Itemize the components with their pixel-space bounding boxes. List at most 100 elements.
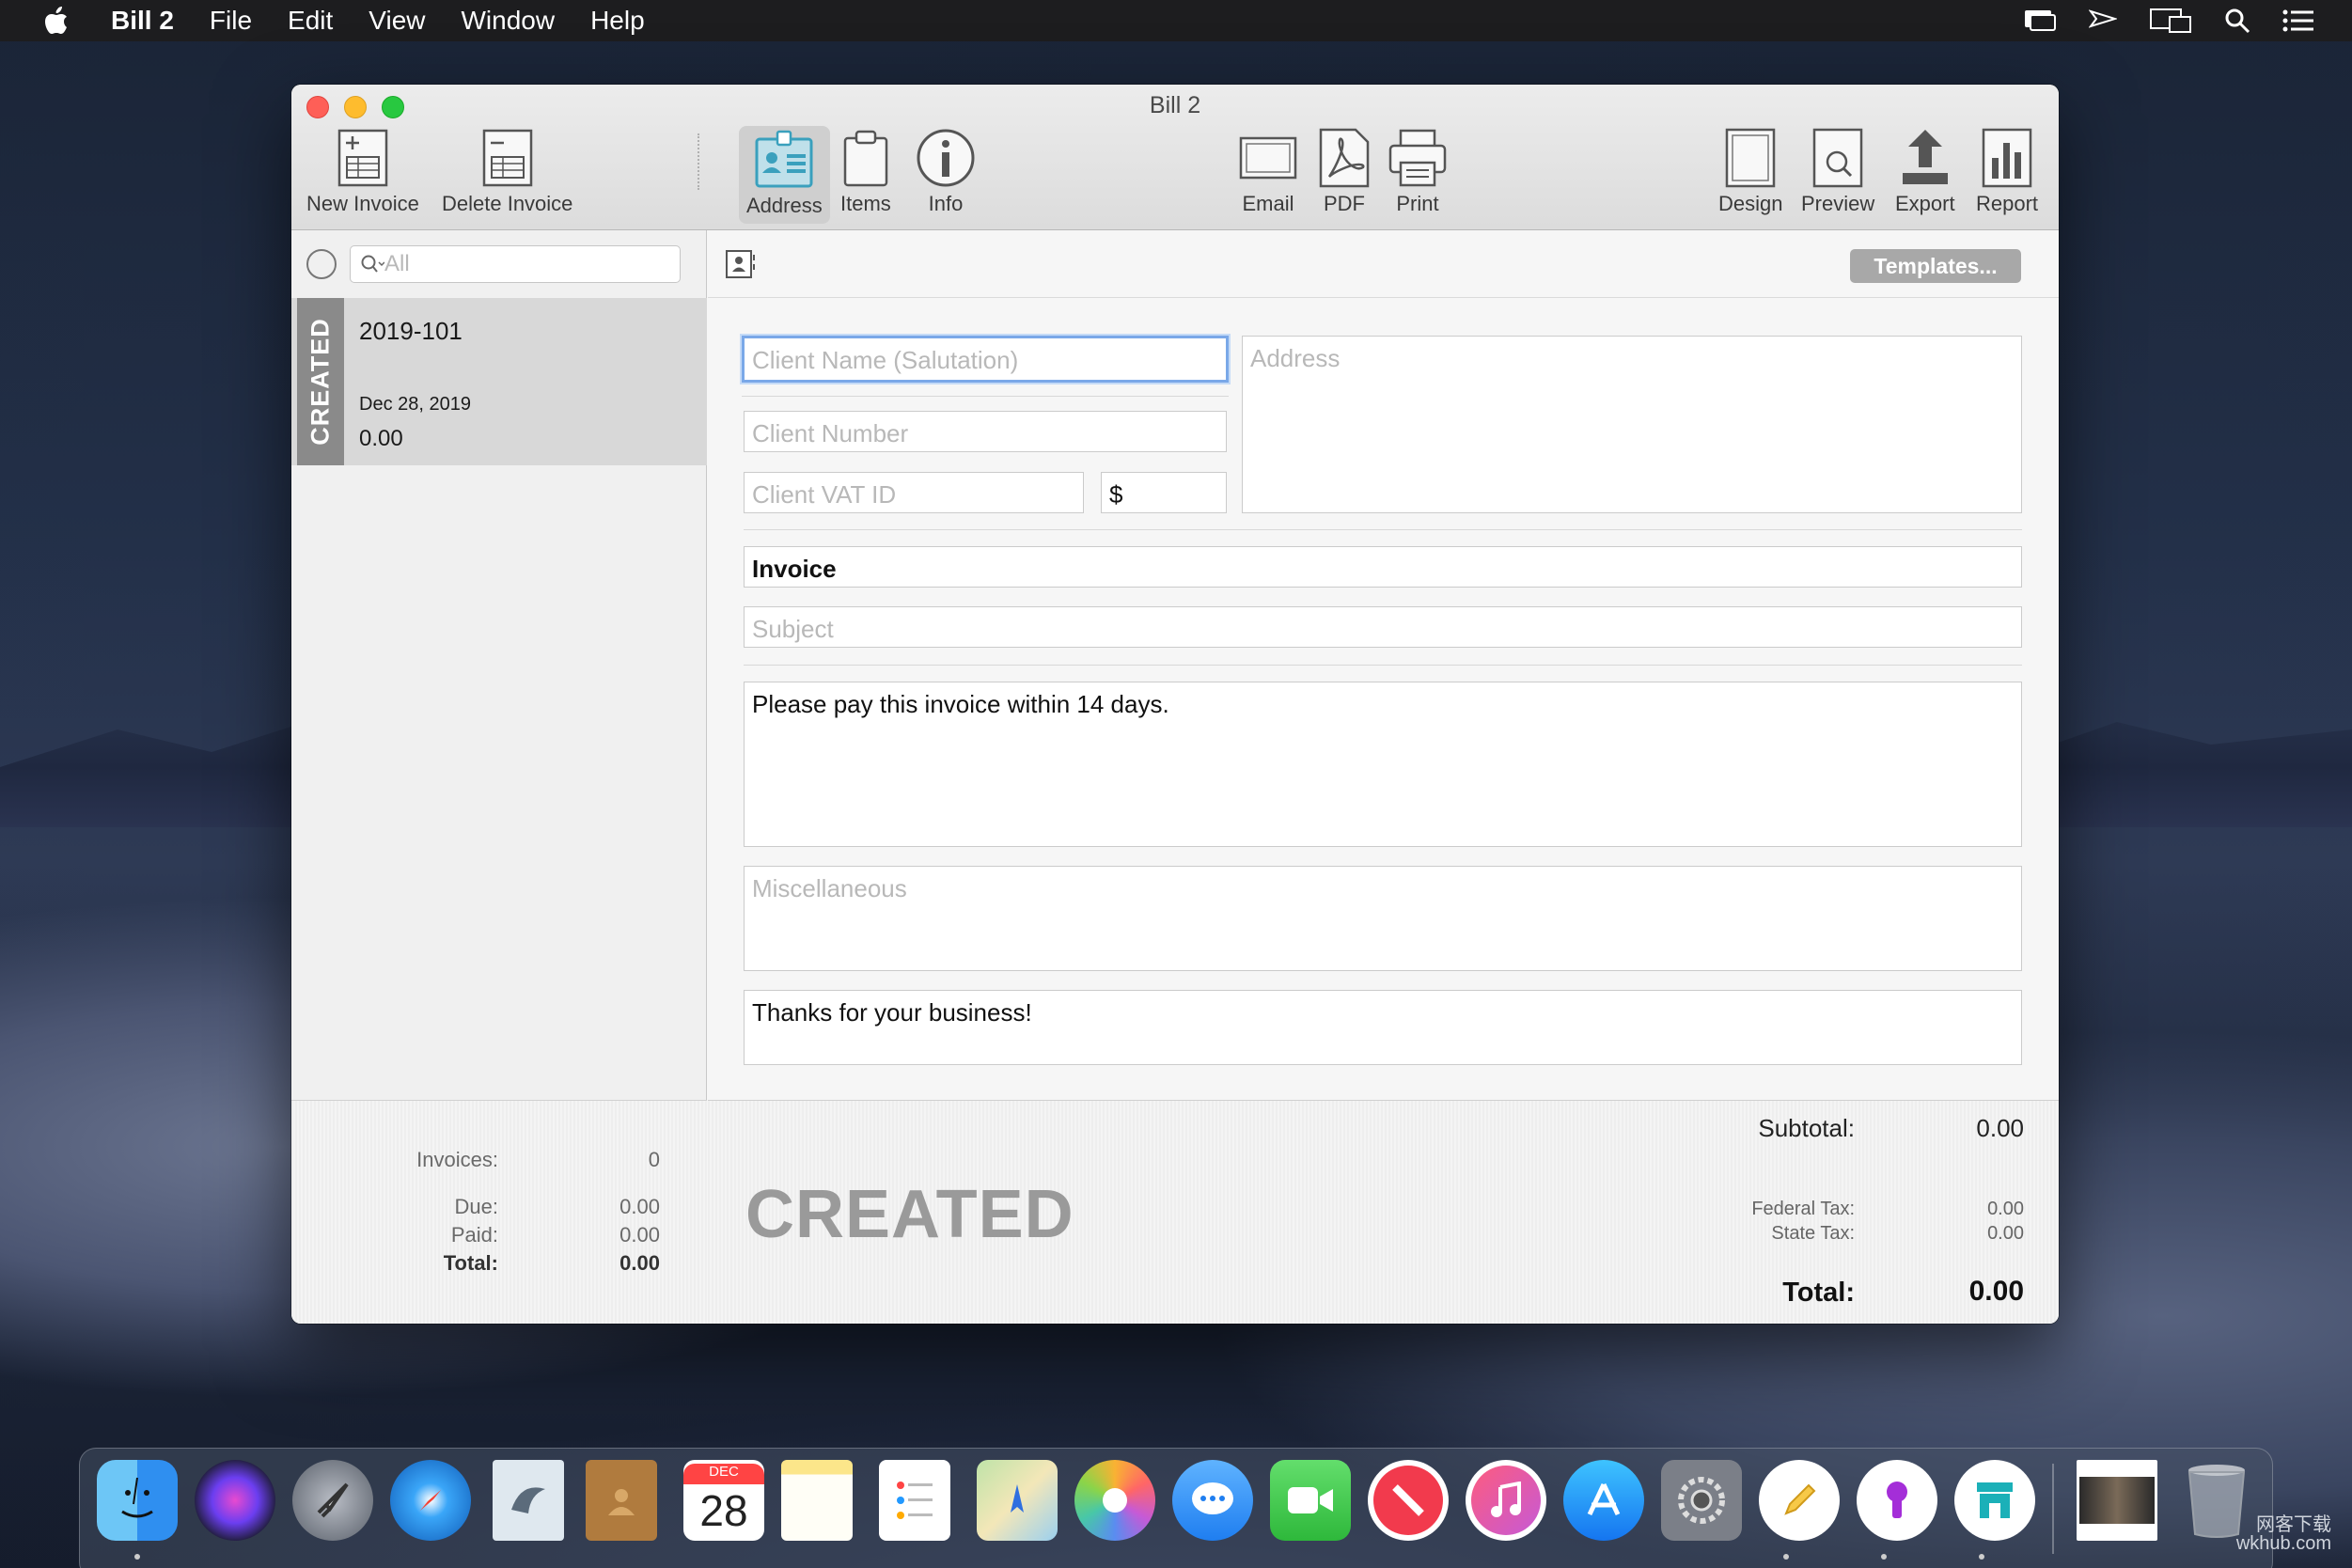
mail-icon[interactable]	[493, 1460, 564, 1541]
delete-invoice-button[interactable]: Delete Invoice	[442, 124, 572, 216]
notes-icon[interactable]	[781, 1460, 853, 1541]
state-tax-value: 0.00	[1987, 1223, 2024, 1244]
music-icon[interactable]	[1466, 1460, 1546, 1541]
menu-file[interactable]: File	[210, 6, 252, 36]
closing-text-field[interactable]: Thanks for your business!	[744, 990, 2022, 1065]
delete-invoice-label: Delete Invoice	[442, 192, 573, 215]
window-title: Bill 2	[1149, 92, 1201, 118]
export-label: Export	[1895, 192, 1955, 215]
notification-list-icon[interactable]	[2282, 8, 2314, 33]
total-value: 0.00	[1968, 1276, 2024, 1307]
calendar-month: DEC	[683, 1464, 764, 1484]
invoice-status-stamp: CREATED	[745, 1177, 1074, 1252]
maps-icon[interactable]	[977, 1460, 1058, 1541]
report-chart-icon	[1981, 124, 2033, 192]
invoice-sidebar: All CREATED 2019-101 Dec 28, 2019 0.00 I…	[291, 230, 707, 1324]
system-preferences-icon[interactable]	[1661, 1460, 1742, 1541]
miscellaneous-field[interactable]: Miscellaneous	[744, 866, 2022, 971]
reminders-icon[interactable]	[879, 1460, 950, 1541]
calendar-icon[interactable]: DEC 28	[683, 1460, 764, 1541]
pencil-app-icon[interactable]	[1759, 1460, 1840, 1541]
menu-app-name[interactable]: Bill 2	[111, 6, 174, 36]
siri-icon[interactable]	[195, 1460, 275, 1541]
spotlight-search-icon[interactable]	[2224, 8, 2250, 34]
address-card-icon	[753, 126, 815, 194]
client-vat-field[interactable]: Client VAT ID	[744, 472, 1084, 513]
pdf-icon	[1318, 124, 1371, 192]
due-label: Due:	[454, 1195, 498, 1218]
invoices-count-label: Invoices:	[416, 1148, 498, 1171]
watermark: 网客下载 wkhub.com	[2236, 1515, 2331, 1553]
contacts-icon[interactable]	[586, 1460, 657, 1541]
paid-label: Paid:	[450, 1223, 498, 1247]
pdf-label: PDF	[1324, 192, 1365, 215]
export-button[interactable]: Export	[1895, 124, 1955, 216]
design-label: Design	[1718, 192, 1783, 215]
federal-tax-value: 0.00	[1987, 1199, 2024, 1219]
menu-help[interactable]: Help	[590, 6, 645, 36]
status-filter-button[interactable]	[306, 249, 337, 279]
delete-invoice-icon	[482, 124, 533, 192]
templates-button[interactable]: Templates...	[1850, 249, 2021, 283]
apple-menu-icon[interactable]	[36, 0, 77, 41]
document-title-field[interactable]: Invoice	[744, 546, 2022, 588]
tab-items[interactable]: Items	[840, 124, 891, 216]
messages-icon[interactable]	[1172, 1460, 1253, 1541]
new-invoice-icon	[337, 124, 388, 192]
preview-label: Preview	[1801, 192, 1875, 215]
menu-edit[interactable]: Edit	[288, 6, 333, 36]
invoice-amount: 0.00	[359, 426, 403, 451]
launchpad-icon[interactable]	[292, 1460, 373, 1541]
news-icon[interactable]	[1368, 1460, 1449, 1541]
contact-card-icon[interactable]	[725, 249, 757, 284]
totals-footer: CREATED Subtotal: 0.00 Federal Tax: 0.00…	[708, 1100, 2059, 1324]
subtotal-value: 0.00	[1976, 1114, 2024, 1142]
client-name-field[interactable]: Client Name (Salutation)	[742, 336, 1229, 383]
report-button[interactable]: Report	[1976, 124, 2038, 216]
sidebar-total-value: 0.00	[619, 1251, 660, 1275]
email-icon	[1239, 124, 1297, 192]
screens-icon[interactable]	[2023, 8, 2057, 34]
keychain-app-icon[interactable]	[1857, 1460, 1937, 1541]
calendar-day: 28	[699, 1486, 748, 1535]
pdf-button[interactable]: PDF	[1318, 124, 1371, 216]
preview-button[interactable]: Preview	[1801, 124, 1874, 216]
design-button[interactable]: Design	[1718, 124, 1782, 216]
search-input[interactable]: All	[350, 245, 681, 283]
sidebar-toolbar: All	[291, 230, 706, 298]
total-label: Total:	[1782, 1278, 1855, 1308]
currency-field[interactable]: $	[1101, 472, 1227, 513]
send-icon[interactable]	[2089, 8, 2117, 34]
printer-icon	[1388, 124, 1448, 192]
address-field[interactable]: Address	[1242, 336, 2022, 513]
divider	[744, 529, 2022, 530]
movie-file-icon[interactable]	[2077, 1460, 2157, 1541]
menu-window[interactable]: Window	[461, 6, 555, 36]
new-invoice-button[interactable]: New Invoice	[306, 124, 419, 216]
address-label: Address	[746, 194, 823, 217]
store-app-icon[interactable]	[1954, 1460, 2035, 1541]
email-button[interactable]: Email	[1239, 124, 1297, 216]
watermark-line-1: 网客下载	[2256, 1514, 2331, 1535]
state-tax-label: State Tax:	[1771, 1223, 1855, 1244]
app-store-icon[interactable]	[1563, 1460, 1644, 1541]
intro-text-field[interactable]: Please pay this invoice within 14 days.	[744, 682, 2022, 847]
dock-separator	[2052, 1464, 2054, 1554]
facetime-icon[interactable]	[1270, 1460, 1351, 1541]
photos-icon[interactable]	[1074, 1460, 1155, 1541]
invoice-date: Dec 28, 2019	[359, 394, 471, 415]
client-number-field[interactable]: Client Number	[744, 411, 1227, 452]
invoice-list-item[interactable]: CREATED 2019-101 Dec 28, 2019 0.00	[291, 298, 707, 465]
new-invoice-label: New Invoice	[306, 192, 419, 215]
tab-info[interactable]: Info	[916, 124, 976, 216]
tab-address[interactable]: Address	[739, 126, 830, 224]
finder-icon[interactable]	[97, 1460, 178, 1541]
subject-field[interactable]: Subject	[744, 606, 2022, 648]
print-button[interactable]: Print	[1388, 124, 1448, 216]
safari-icon[interactable]	[390, 1460, 471, 1541]
toolbar-separator	[698, 133, 699, 190]
display-icon[interactable]	[2149, 8, 2192, 34]
invoice-editor: Templates... Client Name (Salutation) Cl…	[708, 230, 2059, 1324]
watermark-line-2: wkhub.com	[2235, 1533, 2331, 1554]
menu-view[interactable]: View	[368, 6, 425, 36]
